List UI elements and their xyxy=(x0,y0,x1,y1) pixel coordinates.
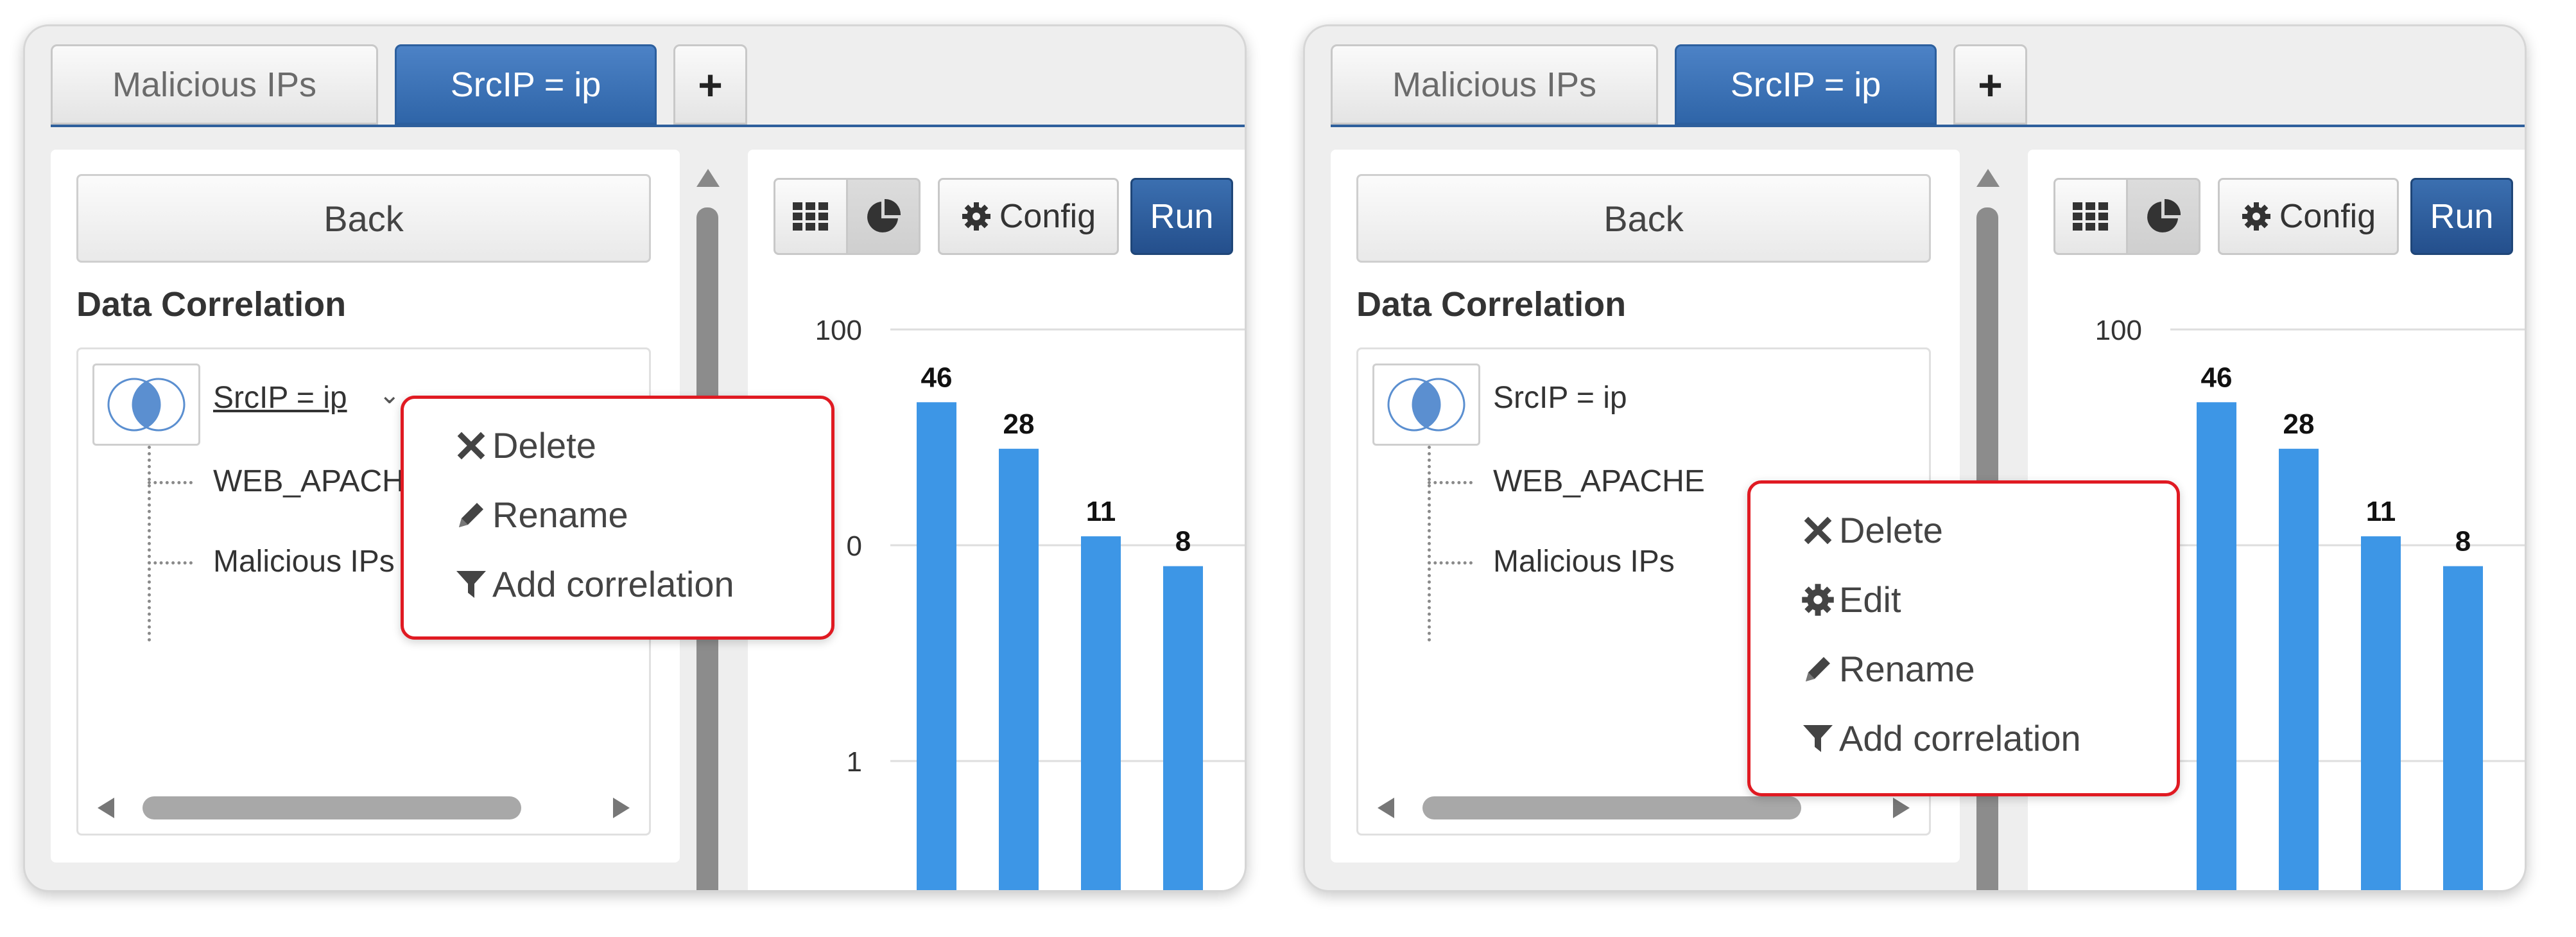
tab-malicious-ips[interactable]: Malicious IPs xyxy=(51,44,378,125)
menu-item-rename[interactable]: Rename xyxy=(454,494,628,536)
tree-connector xyxy=(1428,481,1473,484)
menu-item-label: Rename xyxy=(1839,649,1975,689)
config-label: Config xyxy=(999,198,1096,235)
config-label: Config xyxy=(2279,198,2376,235)
tree-connector xyxy=(148,481,193,484)
menu-item-label: Add correlation xyxy=(492,564,734,604)
grid-icon xyxy=(793,202,828,231)
data-label: 11 xyxy=(1086,496,1116,527)
menu-item-edit[interactable]: Edit xyxy=(1801,579,1901,620)
tree-connector xyxy=(1428,561,1473,565)
bar[interactable] xyxy=(2197,402,2236,892)
scroll-up-icon[interactable] xyxy=(696,169,720,187)
scrollbar-thumb[interactable] xyxy=(143,796,521,819)
chart-view-button[interactable] xyxy=(846,178,921,255)
menu-item-rename[interactable]: Rename xyxy=(1801,648,1975,690)
tab-srcip[interactable]: SrcIP = ip xyxy=(1675,44,1937,125)
gear-icon xyxy=(962,202,990,231)
menu-item-label: Delete xyxy=(492,425,596,466)
back-button[interactable]: Back xyxy=(1356,174,1931,263)
tree-item[interactable]: WEB_APACHE xyxy=(1493,464,1705,499)
menu-item-label: Add correlation xyxy=(1839,718,2081,758)
tab-srcip[interactable]: SrcIP = ip xyxy=(395,44,657,125)
data-label: 46 xyxy=(2201,362,2233,393)
add-tab-button[interactable]: + xyxy=(673,44,747,125)
gear-icon xyxy=(1802,583,1834,616)
tree-item[interactable]: Malicious IPs xyxy=(1493,544,1675,579)
data-label: 11 xyxy=(2366,496,2396,527)
scrollbar-thumb[interactable] xyxy=(1422,796,1801,819)
scroll-left-icon[interactable] xyxy=(1378,798,1394,818)
bar[interactable] xyxy=(2361,536,2401,892)
tree-root-label[interactable]: SrcIP = ip xyxy=(1493,380,1627,416)
tree-connector xyxy=(1428,446,1431,642)
menu-item-add-correlation[interactable]: Add correlation xyxy=(1801,717,2081,759)
add-tab-button[interactable]: + xyxy=(1953,44,2027,125)
menu-item-delete[interactable]: Delete xyxy=(1801,509,1943,551)
bar[interactable] xyxy=(999,448,1039,892)
pie-chart-icon xyxy=(867,198,901,232)
chart-view-button[interactable] xyxy=(2126,178,2200,255)
close-icon xyxy=(1804,516,1832,544)
grid-icon xyxy=(2073,202,2108,231)
menu-item-label: Rename xyxy=(492,495,628,535)
context-menu: Delete Rename Add correlation xyxy=(401,396,834,640)
tree-connector xyxy=(148,446,151,642)
bar[interactable] xyxy=(2279,448,2319,892)
back-button[interactable]: Back xyxy=(76,174,651,263)
config-button[interactable]: Config xyxy=(938,178,1119,255)
run-button[interactable]: Run xyxy=(2410,178,2513,255)
data-label: 8 xyxy=(2455,526,2471,557)
menu-item-label: Edit xyxy=(1839,579,1901,620)
tree-root-label[interactable]: SrcIP = ip xyxy=(213,380,347,416)
section-title: Data Correlation xyxy=(76,285,347,324)
data-label: 28 xyxy=(2283,408,2315,440)
tree-item[interactable]: WEB_APACHE xyxy=(213,464,425,499)
close-icon xyxy=(457,432,485,459)
scroll-up-icon[interactable] xyxy=(1976,169,2000,187)
tab-underline xyxy=(51,125,1245,127)
grid-view-button[interactable] xyxy=(2053,178,2128,255)
tree-connector xyxy=(148,561,193,565)
pie-chart-icon xyxy=(2147,198,2181,232)
horizontal-scrollbar[interactable] xyxy=(1378,794,1910,822)
data-label: 46 xyxy=(921,362,953,393)
gear-icon xyxy=(2242,202,2270,231)
filter-icon xyxy=(1803,724,1833,752)
menu-item-delete[interactable]: Delete xyxy=(454,425,596,466)
menu-item-label: Delete xyxy=(1839,510,1943,550)
y-tick-label: 0 xyxy=(847,530,862,562)
tab-underline xyxy=(1331,125,2525,127)
bar[interactable] xyxy=(1163,566,1203,892)
tree-item[interactable]: Malicious IPs xyxy=(213,544,395,579)
scroll-right-icon[interactable] xyxy=(1893,798,1910,818)
venn-icon xyxy=(92,363,200,446)
pencil-icon xyxy=(1806,656,1830,681)
pencil-icon xyxy=(459,502,483,527)
y-tick-label: 1 xyxy=(847,746,862,778)
run-button[interactable]: Run xyxy=(1130,178,1233,255)
bar[interactable] xyxy=(2443,566,2483,892)
horizontal-scrollbar[interactable] xyxy=(98,794,630,822)
grid-view-button[interactable] xyxy=(774,178,848,255)
config-button[interactable]: Config xyxy=(2218,178,2399,255)
scroll-left-icon[interactable] xyxy=(98,798,114,818)
filter-icon xyxy=(456,570,486,598)
section-title: Data Correlation xyxy=(1356,285,1627,324)
scroll-right-icon[interactable] xyxy=(613,798,630,818)
data-label: 28 xyxy=(1003,408,1035,440)
venn-icon xyxy=(1372,363,1480,446)
tab-malicious-ips[interactable]: Malicious IPs xyxy=(1331,44,1658,125)
chevron-down-icon[interactable]: ⌄ xyxy=(379,380,401,410)
y-tick-label: 100 xyxy=(2095,315,2142,346)
menu-item-add-correlation[interactable]: Add correlation xyxy=(454,563,734,605)
context-menu: Delete Edit Rename Add correlation xyxy=(1747,480,2180,796)
y-tick-label: 100 xyxy=(815,315,862,346)
bar[interactable] xyxy=(1081,536,1121,892)
data-label: 8 xyxy=(1175,526,1191,557)
bar[interactable] xyxy=(917,402,956,892)
